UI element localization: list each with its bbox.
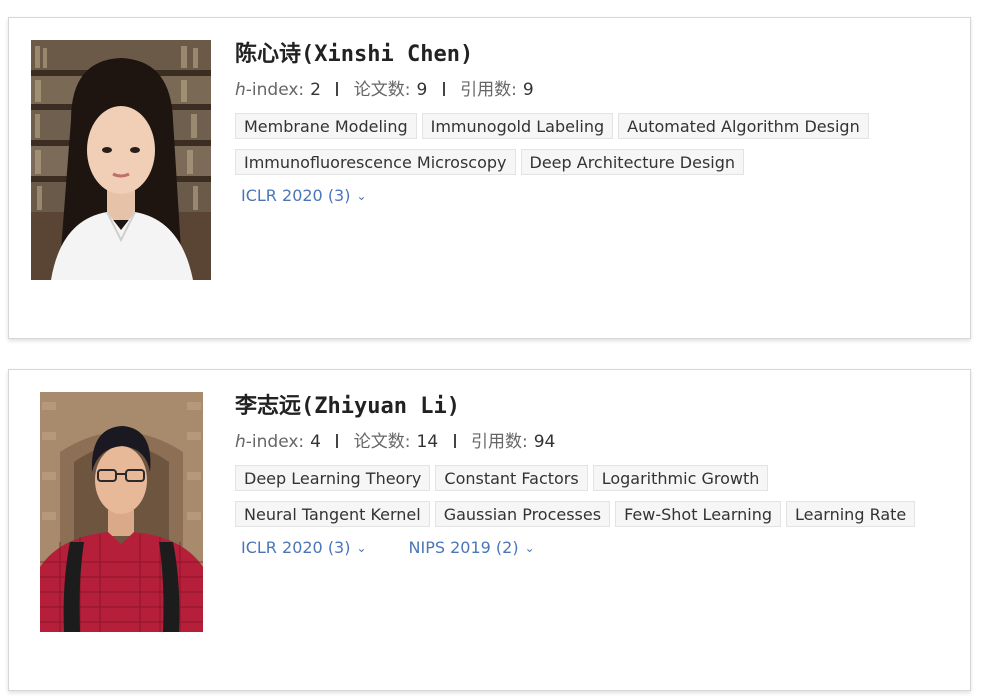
interest-tag[interactable]: Neural Tangent Kernel <box>235 501 430 527</box>
venue-list: ICLR 2020 (3) ⌄ NIPS 2019 (2) ⌄ <box>235 537 950 559</box>
interest-tag[interactable]: Deep Architecture Design <box>520 149 745 175</box>
interest-tag[interactable]: Constant Factors <box>435 465 588 491</box>
stats-divider <box>453 434 456 448</box>
papers-value: 9 <box>416 80 428 100</box>
chevron-down-icon: ⌄ <box>356 189 367 203</box>
venue-list: ICLR 2020 (3) ⌄ <box>235 185 950 207</box>
citations-value: 94 <box>533 432 556 452</box>
papers-value: 14 <box>416 432 439 452</box>
interest-tag[interactable]: Immunogold Labeling <box>421 113 614 139</box>
interest-tag[interactable]: Few-Shot Learning <box>615 501 782 527</box>
author-stats: h-index: 2 论文数: 9 引用数: 9 <box>235 79 950 101</box>
author-photo[interactable] <box>40 392 203 632</box>
chevron-down-icon: ⌄ <box>356 541 367 555</box>
papers-label: 论文数: <box>353 80 411 100</box>
venue-label: ICLR 2020 (3) <box>241 186 351 205</box>
venue-label: NIPS 2019 (2) <box>408 538 519 557</box>
interest-tag[interactable]: Immunofluorescence Microscopy <box>235 149 516 175</box>
interest-tag[interactable]: Automated Algorithm Design <box>618 113 869 139</box>
author-name[interactable]: 李志远(Zhiyuan Li) <box>235 392 950 422</box>
venue-link[interactable]: ICLR 2020 (3) ⌄ <box>241 537 367 559</box>
author-name[interactable]: 陈心诗(Xinshi Chen) <box>235 40 950 70</box>
venue-link[interactable]: ICLR 2020 (3) ⌄ <box>241 185 367 207</box>
interest-tag[interactable]: Deep Learning Theory <box>235 465 431 491</box>
author-card: 陈心诗(Xinshi Chen) h-index: 2 论文数: 9 引用数: 9 M… <box>8 17 971 339</box>
hindex-label: h-index: <box>235 432 305 452</box>
stats-divider <box>336 82 339 96</box>
papers-label: 论文数: <box>353 432 411 452</box>
citations-label: 引用数: <box>470 432 528 452</box>
citations-label: 引用数: <box>460 80 517 100</box>
author-stats: h-index: 4 论文数: 14 引用数: 94 <box>235 431 950 453</box>
interest-tags: Deep Learning Theory Constant Factors Loga… <box>235 465 935 537</box>
hindex-value: 2 <box>310 80 321 100</box>
hindex-label: h-index: <box>235 80 305 100</box>
stats-divider <box>442 82 445 96</box>
interest-tag[interactable]: Membrane Modeling <box>235 113 417 139</box>
hindex-value: 4 <box>310 432 321 452</box>
venue-label: ICLR 2020 (3) <box>241 538 351 557</box>
stats-divider <box>336 434 339 448</box>
venue-link[interactable]: NIPS 2019 (2) ⌄ <box>409 537 535 559</box>
author-card: 李志远(Zhiyuan Li) h-index: 4 论文数: 14 引用数: 94 … <box>8 369 971 691</box>
interest-tag[interactable]: Learning Rate <box>786 501 916 527</box>
citations-value: 9 <box>522 80 534 100</box>
interest-tag[interactable]: Logarithmic Growth <box>592 465 769 491</box>
chevron-down-icon: ⌄ <box>524 541 535 555</box>
interest-tags: Membrane Modeling Immunogold Labeling Auto… <box>235 113 935 185</box>
author-photo[interactable] <box>31 40 211 280</box>
interest-tag[interactable]: Gaussian Processes <box>434 501 611 527</box>
